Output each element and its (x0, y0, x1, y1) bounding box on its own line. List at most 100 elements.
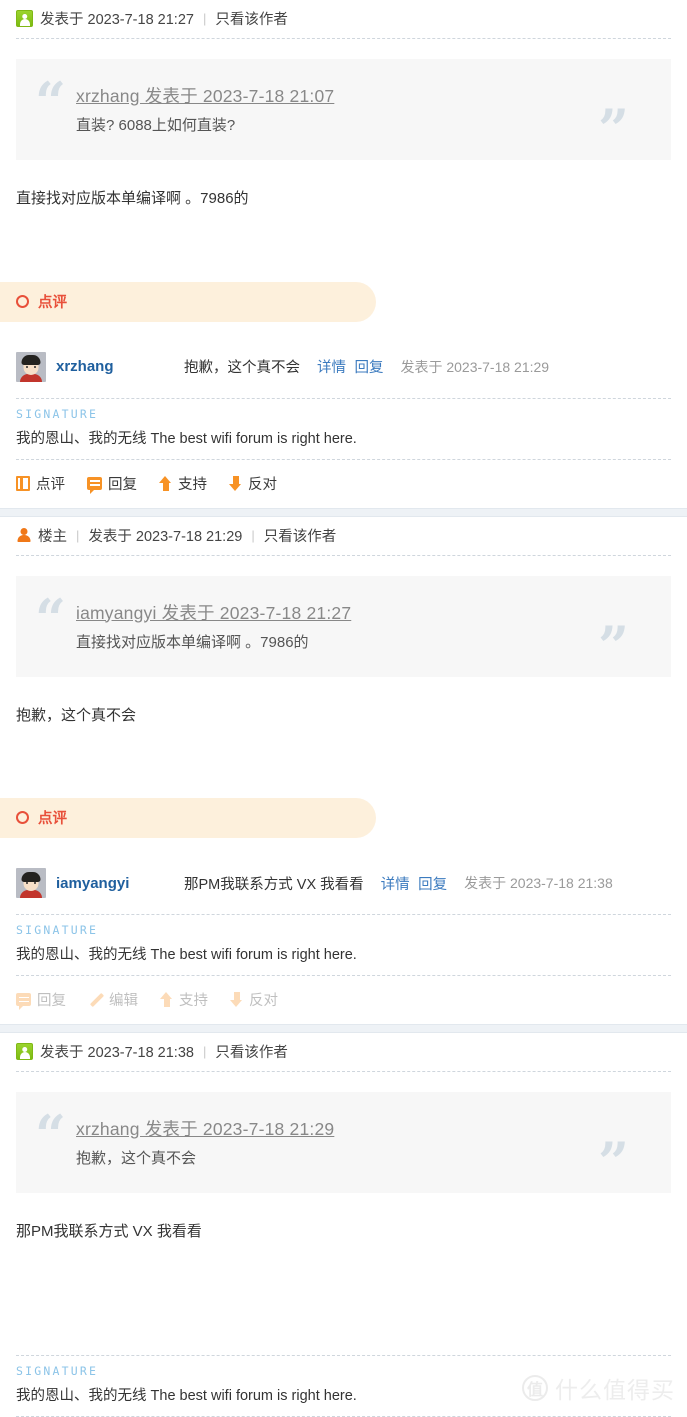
quote-open-mark: “ (35, 586, 67, 651)
action-oppose-label: 反对 (248, 476, 277, 493)
quote-body-text: 直装? 6088上如何直装? (76, 117, 236, 134)
comment-username-link[interactable]: xrzhang (56, 358, 174, 375)
arrow-up-icon (160, 992, 173, 1007)
action-reply[interactable]: 回复 (87, 473, 137, 494)
quote-body-text: 直接找对应版本单编译啊 。7986的 (76, 633, 309, 651)
comment-text: 抱歉，这个真不会 (184, 360, 300, 376)
post-header-meta: 发表于 2023-7-18 21:27 | 只看该作者 (0, 0, 687, 38)
signature-label: SIGNATURE (16, 923, 99, 937)
action-edit-label: 编辑 (109, 993, 138, 1009)
only-author-link[interactable]: 只看该作者 (215, 1041, 288, 1062)
green-user-icon (16, 10, 33, 27)
action-reply[interactable]: 回复 (16, 989, 66, 1010)
action-support[interactable]: 支持 (159, 473, 207, 494)
comment-section-header: 点评 (0, 798, 376, 838)
quote-open-mark: “ (35, 70, 67, 134)
quote-body-text: 抱歉，这个真不会 (76, 1150, 197, 1167)
comment-reply-link[interactable]: 回复 (354, 360, 383, 376)
action-comment-label: 点评 (36, 476, 65, 493)
orange-user-icon (16, 527, 31, 543)
meta-separator: | (202, 1044, 207, 1059)
post-body-text: 直接找对应版本单编译啊 。7986的 (16, 190, 249, 207)
action-oppose[interactable]: 反对 (229, 473, 277, 494)
action-reply-label: 回复 (108, 476, 137, 493)
comment-section-header: 点评 (0, 281, 376, 322)
action-reply-label: 回复 (37, 993, 66, 1009)
quote-close-mark: ” (597, 613, 629, 678)
arrow-down-icon (230, 992, 243, 1007)
quote-open-mark: “ (35, 1103, 67, 1167)
quote-block: “ ” xrzhang 发表于 2023-7-18 21:07 直装? 6088… (16, 59, 671, 160)
comment-links: 详情 回复 (317, 356, 387, 377)
speech-bubble-icon (16, 993, 31, 1010)
signature-text: 我的恩山、我的无线 The best wifi forum is right h… (16, 430, 357, 447)
comment-section-label: 点评 (38, 294, 67, 311)
comment-detail-link[interactable]: 详情 (317, 360, 346, 376)
comment-section-label: 点评 (38, 811, 67, 827)
signature-block: SIGNATURE 我的恩山、我的无线 The best wifi forum … (16, 397, 671, 460)
only-author-link[interactable]: 只看该作者 (264, 525, 337, 546)
comment-detail-link[interactable]: 详情 (381, 877, 410, 893)
post-item: 发表于 2023-7-18 21:38 | 只看该作者 “ ” xrzhang … (0, 1033, 687, 1417)
comment-item: iamyangyi 那PM我联系方式 VX 我看看 详情 回复 发表于 2023… (0, 842, 687, 914)
post-divider (0, 1024, 687, 1033)
signature-text: 我的恩山、我的无线 The best wifi forum is right h… (16, 1387, 357, 1404)
only-author-link[interactable]: 只看该作者 (215, 8, 288, 29)
avatar[interactable] (16, 351, 46, 382)
post-header-meta: 发表于 2023-7-18 21:38 | 只看该作者 (0, 1033, 687, 1071)
circle-ring-icon (16, 294, 29, 308)
speech-bubble-icon (87, 476, 102, 494)
post-divider (0, 507, 687, 517)
quote-close-mark: ” (597, 97, 629, 161)
post-date: 发表于 2023-7-18 21:38 (40, 1045, 194, 1061)
comment-item: xrzhang 抱歉，这个真不会 详情 回复 发表于 2023-7-18 21:… (0, 326, 687, 398)
post-action-bar: 点评 回复 支持 反对 (0, 460, 687, 508)
action-edit[interactable]: 编辑 (88, 989, 138, 1010)
book-icon (16, 475, 30, 491)
meta-separator: | (76, 527, 80, 543)
quote-container: “ ” xrzhang 发表于 2023-7-18 21:29 抱歉，这个真不会 (0, 1072, 687, 1193)
quote-author-link[interactable]: xrzhang 发表于 2023-7-18 21:29 (76, 1116, 334, 1141)
post-action-bar: 回复 编辑 支持 反对 (0, 976, 687, 1024)
avatar[interactable] (16, 868, 46, 898)
post-body-text: 抱歉，这个真不会 (16, 706, 137, 724)
signature-block: SIGNATURE 我的恩山、我的无线 The best wifi forum … (16, 914, 671, 976)
action-support-label: 支持 (178, 476, 207, 493)
action-oppose[interactable]: 反对 (230, 989, 278, 1010)
signature-block: SIGNATURE 我的恩山、我的无线 The best wifi forum … (16, 1354, 671, 1417)
arrow-down-icon (229, 475, 242, 491)
signature-label: SIGNATURE (16, 1363, 99, 1378)
thread-starter-badge: 楼主 (38, 528, 67, 545)
comment-reply-link[interactable]: 回复 (418, 877, 447, 893)
quote-container: “ ” iamyangyi 发表于 2023-7-18 21:27 直接找对应版… (0, 556, 687, 677)
signature-text: 我的恩山、我的无线 The best wifi forum is right h… (16, 947, 357, 963)
signature-label: SIGNATURE (16, 406, 99, 421)
comment-username-link[interactable]: iamyangyi (56, 875, 174, 892)
quote-author-link[interactable]: xrzhang 发表于 2023-7-18 21:07 (76, 83, 334, 108)
quote-close-mark: ” (597, 1130, 629, 1194)
quote-author-link[interactable]: iamyangyi 发表于 2023-7-18 21:27 (76, 600, 351, 625)
action-comment[interactable]: 点评 (16, 473, 65, 494)
post-item: 楼主 | 发表于 2023-7-18 21:29 | 只看该作者 “ ” iam… (0, 517, 687, 1025)
comment-links: 详情 回复 (381, 873, 451, 894)
comment-text: 那PM我联系方式 VX 我看看 (184, 876, 364, 893)
action-support-label: 支持 (179, 993, 208, 1009)
arrow-up-icon (159, 475, 172, 491)
comment-date: 发表于 2023-7-18 21:29 (400, 358, 550, 375)
circle-ring-icon (16, 811, 29, 824)
post-header-meta: 楼主 | 发表于 2023-7-18 21:29 | 只看该作者 (0, 517, 687, 555)
meta-separator: | (251, 527, 255, 543)
quote-block: “ ” xrzhang 发表于 2023-7-18 21:29 抱歉，这个真不会 (16, 1092, 671, 1193)
post-item: 发表于 2023-7-18 21:27 | 只看该作者 “ ” xrzhang … (0, 0, 687, 508)
action-support[interactable]: 支持 (160, 989, 208, 1010)
action-oppose-label: 反对 (249, 993, 278, 1009)
comment-date: 发表于 2023-7-18 21:38 (464, 875, 613, 891)
post-body-text: 那PM我联系方式 VX 我看看 (16, 1223, 202, 1240)
meta-separator: | (202, 11, 207, 26)
green-user-icon (16, 1043, 33, 1060)
pencil-icon (88, 992, 103, 1007)
post-date: 发表于 2023-7-18 21:29 (88, 528, 243, 545)
quote-container: “ ” xrzhang 发表于 2023-7-18 21:07 直装? 6088… (0, 39, 687, 160)
post-date: 发表于 2023-7-18 21:27 (40, 12, 194, 28)
